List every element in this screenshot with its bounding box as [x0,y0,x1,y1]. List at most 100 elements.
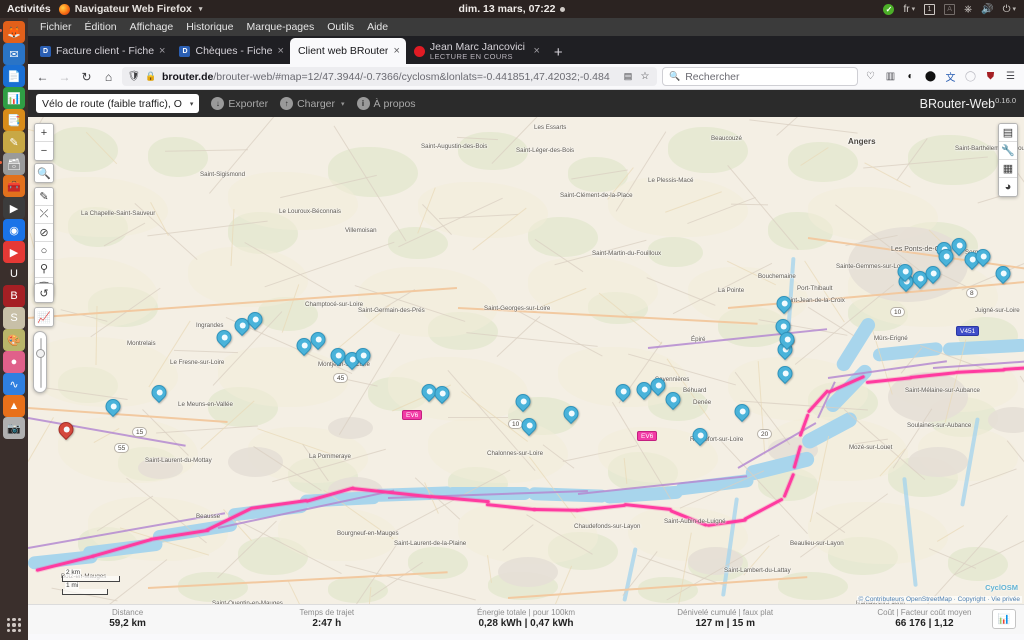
dock-item-screenshot[interactable]: 📷 [3,417,25,439]
dock-item-libreoffice-impress[interactable]: 📑 [3,109,25,131]
close-icon[interactable]: × [159,45,165,57]
route-waypoint-marker[interactable] [518,414,540,439]
add-marker-button[interactable]: ⚲ [35,260,53,278]
dock-item-media-player[interactable]: ▶ [3,241,25,263]
dock-item-u-app[interactable]: U [3,263,25,285]
dock-item-audio-editor[interactable]: ∿ [3,373,25,395]
shield-icon[interactable]: 🛡 [128,71,141,83]
no-entry-button[interactable]: ⊘ [35,224,53,242]
show-applications-button[interactable] [7,618,21,632]
route-waypoint-marker[interactable] [352,344,374,369]
pocket-icon[interactable]: ♡ [863,69,878,84]
dock-item-disc-burner[interactable]: ● [3,351,25,373]
accessibility-icon[interactable]: A [944,3,956,15]
menu-affichage[interactable]: Affichage [124,20,180,34]
chart-pie-button[interactable]: ◕ [999,178,1017,196]
draw-route-button[interactable]: ✎ [35,188,53,206]
menu-fichier[interactable]: Fichier [34,20,78,34]
ublock-icon[interactable]: ⛊ [983,69,998,84]
route-waypoint-marker[interactable] [776,328,798,353]
dock-item-libreoffice-draw[interactable]: ✎ [3,131,25,153]
forward-button[interactable]: → [56,68,73,85]
route-waypoint-marker[interactable] [647,374,669,399]
close-icon[interactable]: × [393,45,399,57]
privacy-icon[interactable]: ◯ [963,69,978,84]
translate-icon[interactable]: 文 [943,69,958,84]
load-button[interactable]: ↑ Charger ▾ [280,97,345,110]
export-button[interactable]: ↓ Exporter [211,97,268,110]
route-waypoint-marker[interactable] [894,260,916,285]
dark-reader-icon[interactable]: ◐ [903,69,918,84]
dock-item-scribus[interactable]: S [3,307,25,329]
tab-client-web-brouter[interactable]: Client web BRouter × [289,38,406,64]
dock-item-chromium-browser[interactable]: ◉ [3,219,25,241]
layers-button[interactable]: ▤ [999,124,1017,142]
dock-item-terminal[interactable]: ▶ [3,197,25,219]
home-button[interactable]: ⌂ [100,68,117,85]
route-waypoint-marker[interactable] [992,262,1014,287]
dock-item-file-archiver[interactable]: 🗃 [0,153,25,175]
reload-button[interactable]: ↻ [78,68,95,85]
dock-item-firefox[interactable]: 🦊 [0,21,25,43]
menu-marque-pages[interactable]: Marque-pages [241,20,321,34]
elevation-chart-button[interactable]: 📊 [992,609,1016,629]
map-attribution[interactable]: © Contributeurs OpenStreetMap · Copyrigh… [856,596,1022,603]
sidebar-icon[interactable]: ▥ [883,69,898,84]
route-waypoint-marker[interactable] [512,390,534,415]
network-icon[interactable]: ⎈ [964,4,972,15]
route-waypoint-marker[interactable] [774,362,796,387]
route-waypoint-marker[interactable] [560,402,582,427]
zoom-out-button[interactable]: − [35,142,53,160]
tab-facture-client[interactable]: D Facture client - Fiche × [32,38,171,64]
back-button[interactable]: ← [34,68,51,85]
profile-select[interactable]: Vélo de route (faible traffic), O ▾ [36,94,200,113]
reader-icon[interactable]: ▤ [622,71,634,83]
url-bar[interactable]: 🛡 🔒 brouter.de/brouter-web/#map=12/47.39… [122,67,657,86]
route-waypoint-marker[interactable] [293,334,315,359]
route-waypoint-marker[interactable] [307,328,329,353]
tab-jean-marc-jancovici[interactable]: Jean Marc Jancovici : Ma LECTURE EN COUR… [406,38,546,64]
route-waypoint-marker[interactable] [773,292,795,317]
search-bar[interactable]: 🔍 Rechercher [662,67,858,86]
slider-knob[interactable] [35,349,45,358]
new-tab-button[interactable]: + [546,44,571,64]
close-icon[interactable]: × [278,45,284,57]
undo-button[interactable]: ↺ [35,284,53,302]
dock-item-libreoffice-writer[interactable]: 📄 [3,65,25,87]
menu-aide[interactable]: Aide [361,20,394,34]
about-button[interactable]: i À propos [356,97,416,110]
map-viewport[interactable]: Angers Les Ponts-de-Cé Saint-Barthélemy-d'… [28,117,1024,604]
dock-item-vlc[interactable]: ▲ [3,395,25,417]
route-waypoint-marker[interactable] [935,245,957,270]
elevation-profile-button[interactable]: 📈 [35,308,53,326]
route-waypoint-marker[interactable] [244,308,266,333]
menu-icon[interactable]: ☰ [1003,69,1018,84]
data-table-button[interactable]: ▦ [999,160,1017,178]
lock-icon[interactable]: 🔒 [145,71,157,83]
menu-historique[interactable]: Historique [180,20,239,34]
volume-icon[interactable]: 🔊 [981,4,993,15]
dock-item-toolbox-app[interactable]: 🧰 [3,175,25,197]
route-waypoint-marker[interactable] [612,380,634,405]
tab-cheques[interactable]: D Chèques - Fiche × [171,38,289,64]
clock[interactable]: dim. 13 mars, 07:22 [0,3,1024,15]
route-waypoint-marker[interactable] [431,382,453,407]
menu-outils[interactable]: Outils [321,20,360,34]
route-waypoint-marker[interactable] [102,395,124,420]
star-icon[interactable]: ☆ [639,71,651,83]
route-start-marker[interactable] [55,418,77,443]
dock-item-libreoffice-calc[interactable]: 📊 [3,87,25,109]
circle-button[interactable]: ○ [35,242,53,260]
map-canvas[interactable]: Angers Les Ponts-de-Cé Saint-Barthélemy-d'… [28,117,1024,604]
layer-opacity-slider[interactable] [33,331,47,393]
search-icon[interactable]: 🔍 [35,164,53,182]
reverse-route-button[interactable]: ⤫ [35,206,53,224]
dock-item-gimp[interactable]: 🎨 [3,329,25,351]
close-icon[interactable]: × [533,45,539,57]
keyboard-layout-indicator[interactable]: fr ▾ [903,4,915,15]
route-waypoint-marker[interactable] [689,424,711,449]
dock-item-b-app[interactable]: B [3,285,25,307]
route-waypoint-marker[interactable] [731,400,753,425]
settings-wrench-button[interactable]: 🔧 [999,142,1017,160]
zoom-in-button[interactable]: + [35,124,53,142]
